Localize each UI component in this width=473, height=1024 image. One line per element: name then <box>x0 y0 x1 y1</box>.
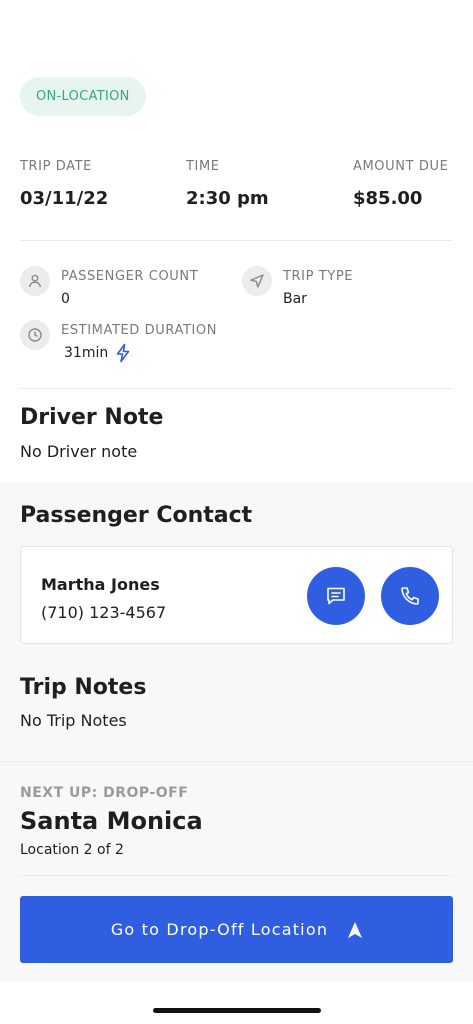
status-badge: ON-LOCATION <box>20 77 146 116</box>
driver-note-title: Driver Note <box>20 405 164 430</box>
message-button[interactable] <box>307 567 365 625</box>
passenger-contact-title: Passenger Contact <box>20 503 253 528</box>
go-to-drop-off-label: Go to Drop-Off Location <box>110 920 329 939</box>
estimated-duration-label: ESTIMATED DURATION <box>61 323 218 338</box>
trip-date-label: TRIP DATE <box>20 159 92 174</box>
trip-date-value: 03/11/22 <box>20 188 109 209</box>
message-icon <box>327 587 345 605</box>
next-stop-subtitle: Location 2 of 2 <box>20 842 124 858</box>
amount-due-value: $85.00 <box>353 188 423 209</box>
divider <box>20 388 453 389</box>
next-stop-label: NEXT UP: DROP-OFF <box>20 785 189 801</box>
passenger-contact-card: Martha Jones (710) 123-4567 <box>20 546 453 644</box>
passenger-name: Martha Jones <box>41 575 160 594</box>
navigation-icon <box>242 266 272 296</box>
time-value: 2:30 pm <box>186 188 269 209</box>
divider <box>20 240 453 241</box>
divider <box>20 875 453 876</box>
time-label: TIME <box>186 159 220 174</box>
amount-due-label: AMOUNT DUE <box>353 159 449 174</box>
passenger-phone: (710) 123-4567 <box>41 603 167 622</box>
lightning-icon <box>114 343 132 367</box>
call-button[interactable] <box>381 567 439 625</box>
phone-icon <box>401 587 419 605</box>
passenger-count-label: PASSENGER COUNT <box>61 269 199 284</box>
next-stop-title: Santa Monica <box>20 807 203 835</box>
person-icon <box>20 266 50 296</box>
estimated-duration-value: 31min <box>64 345 109 361</box>
home-indicator <box>153 1008 321 1013</box>
passenger-count-value: 0 <box>61 291 70 307</box>
go-to-drop-off-button[interactable]: Go to Drop-Off Location <box>20 896 453 963</box>
trip-notes-text: No Trip Notes <box>20 711 127 730</box>
driver-note-text: No Driver note <box>20 442 138 461</box>
clock-icon <box>20 320 50 350</box>
divider <box>0 761 473 762</box>
navigation-arrow-icon <box>348 921 363 938</box>
trip-type-value: Bar <box>283 291 307 307</box>
trip-type-label: TRIP TYPE <box>283 269 354 284</box>
trip-notes-title: Trip Notes <box>20 675 147 700</box>
